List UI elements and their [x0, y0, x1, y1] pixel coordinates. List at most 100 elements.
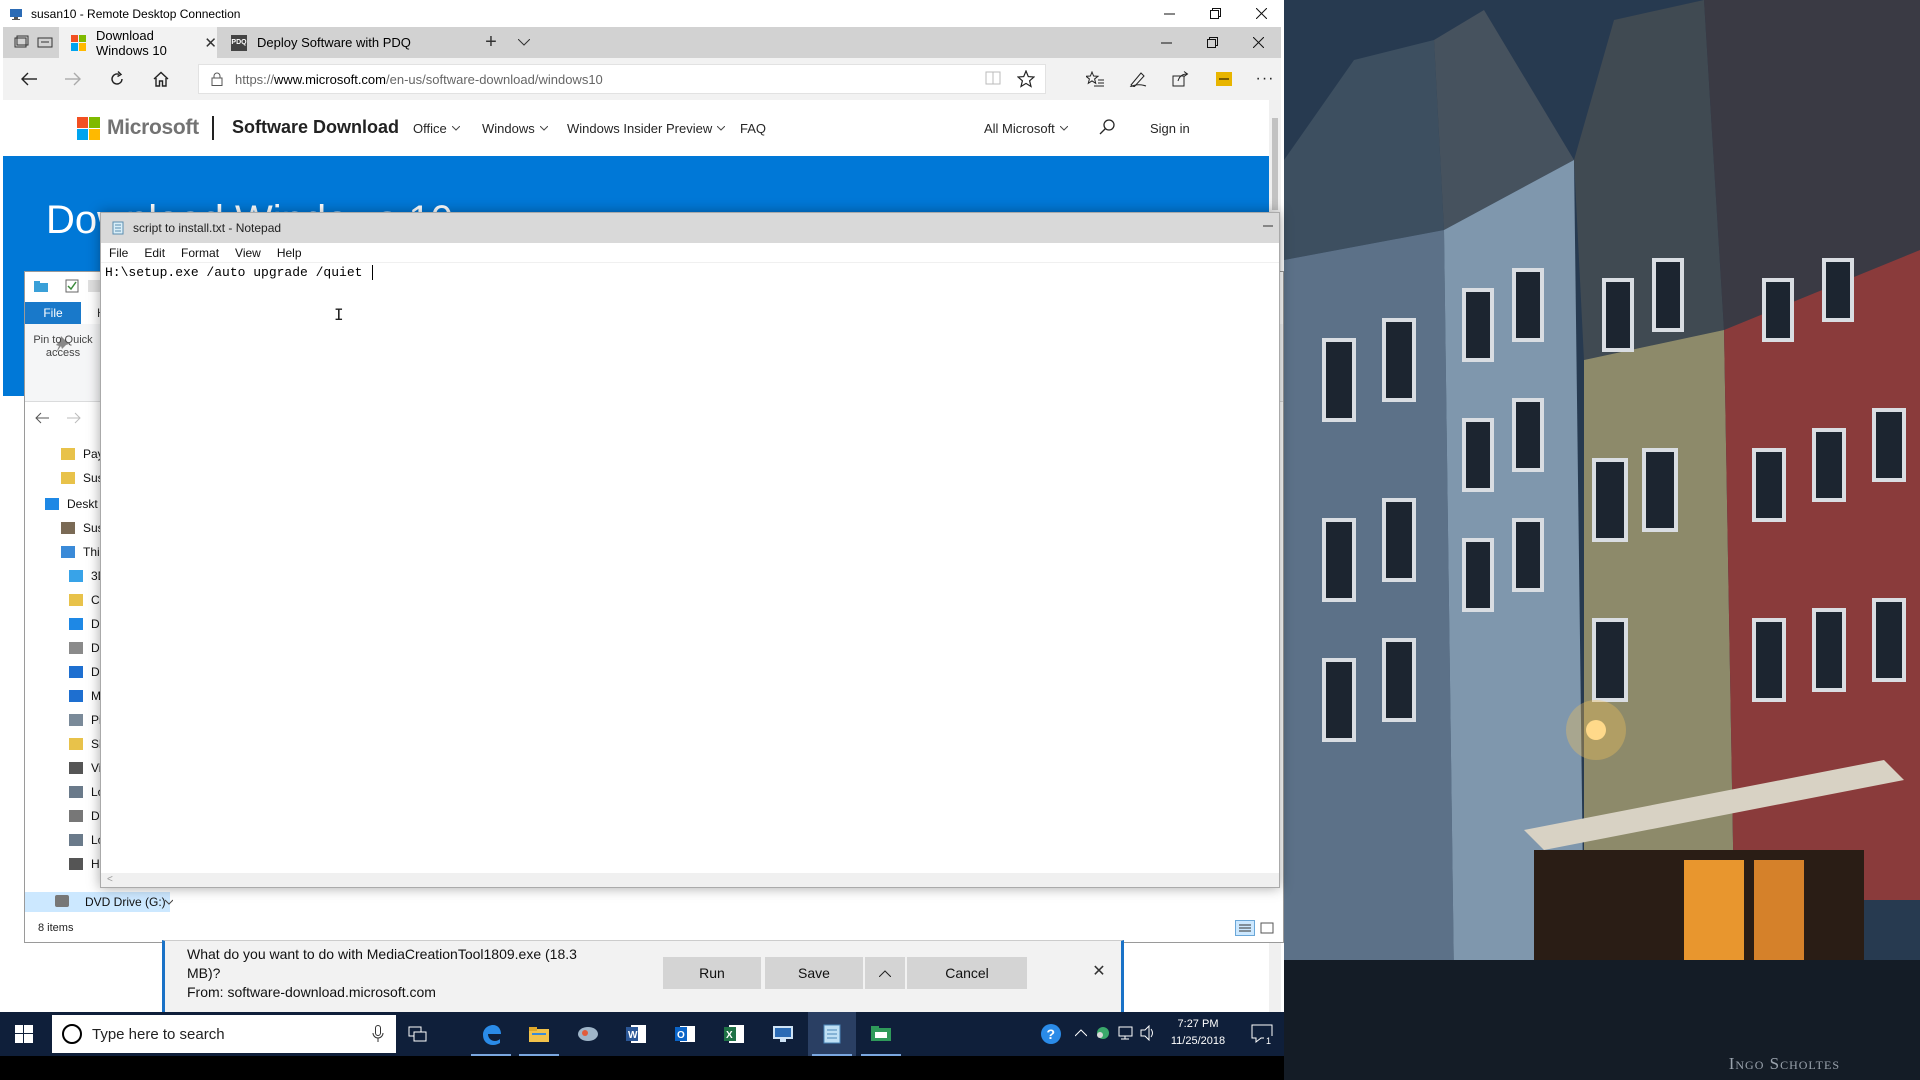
- status-item-count: 8 items: [38, 922, 74, 934]
- sign-in-link[interactable]: Sign in: [1150, 121, 1190, 136]
- taskbar-outlook[interactable]: O: [661, 1012, 709, 1056]
- tab-deploy-software-pdq[interactable]: PDQ Deploy Software with PDQ: [219, 27, 471, 58]
- tab-preview-icon[interactable]: [37, 35, 53, 49]
- microsoft-logo[interactable]: Microsoft: [77, 116, 199, 140]
- software-download-link[interactable]: Software Download: [232, 117, 399, 138]
- taskbar-file-explorer[interactable]: [515, 1012, 563, 1056]
- details-view-icon[interactable]: [1235, 920, 1255, 936]
- share-button[interactable]: [1159, 58, 1203, 100]
- forward-button[interactable]: [51, 58, 95, 100]
- start-button[interactable]: [0, 1012, 48, 1056]
- contacts-icon: [69, 594, 83, 606]
- nav-office[interactable]: Office: [413, 121, 460, 136]
- address-bar[interactable]: https://www.microsoft.com/en-us/software…: [198, 64, 1046, 94]
- desktop-icon: [45, 498, 59, 510]
- nav-windows-insider-preview[interactable]: Windows Insider Preview: [567, 121, 726, 136]
- taskbar-excel[interactable]: X: [710, 1012, 758, 1056]
- microphone-icon[interactable]: [372, 1025, 384, 1043]
- tree-item-dvd-drive[interactable]: DVD Drive (G:): [25, 892, 173, 912]
- download-bar-close-button[interactable]: ✕: [1089, 961, 1109, 981]
- new-folder-icon[interactable]: [87, 279, 101, 293]
- save-button[interactable]: Save: [765, 957, 863, 989]
- arrow-left-icon[interactable]: [35, 412, 49, 424]
- notepad-text-area[interactable]: H:\setup.exe /auto upgrade /quiet: [105, 265, 374, 281]
- arrow-right-icon[interactable]: [67, 412, 81, 424]
- add-notes-button[interactable]: [1116, 58, 1160, 100]
- tree-item[interactable]: This: [61, 542, 106, 562]
- menu-edit[interactable]: Edit: [144, 246, 165, 260]
- help-icon[interactable]: ?: [1040, 1023, 1062, 1045]
- rdp-title-bar[interactable]: susan10 - Remote Desktop Connection: [0, 0, 1284, 27]
- tree-item[interactable]: Deskt: [45, 494, 98, 514]
- new-tab-button[interactable]: +: [473, 27, 509, 58]
- set-aside-tabs-icon[interactable]: [13, 35, 29, 49]
- volume-icon[interactable]: [1140, 1025, 1156, 1041]
- menu-file[interactable]: File: [109, 246, 128, 260]
- chevron-down-icon: [717, 126, 726, 131]
- edge-icon: [483, 1025, 501, 1045]
- settings-more-button[interactable]: ···: [1243, 58, 1287, 100]
- scroll-left-icon[interactable]: <: [107, 874, 113, 885]
- notepad-title-bar[interactable]: script to install.txt - Notepad: [101, 213, 1279, 243]
- local-disk-icon: [69, 786, 83, 798]
- menu-view[interactable]: View: [235, 246, 261, 260]
- downloads-icon: [69, 666, 83, 678]
- network-icon[interactable]: [1118, 1025, 1136, 1041]
- local-disk-icon: [69, 834, 83, 846]
- taskbar-pdq[interactable]: [857, 1012, 905, 1056]
- folder-icon: [61, 448, 75, 460]
- taskbar-word[interactable]: W: [612, 1012, 660, 1056]
- run-button[interactable]: Run: [663, 957, 761, 989]
- taskbar-clock[interactable]: 7:27 PM 11/25/2018: [1158, 1016, 1238, 1050]
- taskbar-remote-desktop[interactable]: [759, 1012, 807, 1056]
- rdp-window-title: susan10 - Remote Desktop Connection: [31, 6, 241, 21]
- nav-windows[interactable]: Windows: [482, 121, 548, 136]
- notepad-minimize-button[interactable]: [1261, 219, 1275, 233]
- close-icon: [1255, 8, 1267, 19]
- browser-restore-button[interactable]: [1189, 27, 1235, 58]
- refresh-button[interactable]: [95, 58, 139, 100]
- site-search-button[interactable]: [1099, 119, 1115, 135]
- home-button[interactable]: [139, 58, 183, 100]
- user-icon: [61, 522, 75, 534]
- save-options-button[interactable]: [865, 957, 905, 989]
- favorites-hub-button[interactable]: [1073, 58, 1117, 100]
- rdp-restore-button[interactable]: [1192, 0, 1238, 27]
- tab-bar: Download Windows 10 ✕ PDQ Deploy Softwar…: [3, 27, 1281, 58]
- tab-download-windows-10[interactable]: Download Windows 10 ✕: [59, 27, 217, 58]
- tray-app-icon[interactable]: [1095, 1025, 1111, 1041]
- action-center-button[interactable]: 1: [1240, 1012, 1284, 1056]
- chevron-up-icon[interactable]: [1075, 1029, 1087, 1037]
- notepad-horizontal-scrollbar[interactable]: <: [101, 873, 1279, 887]
- favorite-star-icon[interactable]: [1017, 70, 1035, 88]
- tab-list-button[interactable]: [509, 27, 539, 58]
- tab-close-icon[interactable]: ✕: [204, 34, 217, 52]
- large-icons-view-icon[interactable]: [1259, 920, 1275, 936]
- scrollbar-thumb[interactable]: [1272, 118, 1278, 210]
- menu-format[interactable]: Format: [181, 246, 219, 260]
- shared-folder-icon: [69, 738, 83, 750]
- browser-close-button[interactable]: [1235, 27, 1281, 58]
- folder-icon: [61, 472, 75, 484]
- tab-file[interactable]: File: [25, 302, 81, 324]
- nav-faq[interactable]: FAQ: [740, 121, 766, 136]
- back-button[interactable]: [7, 58, 51, 100]
- chevron-up-icon: [879, 969, 891, 977]
- browser-minimize-button[interactable]: [1143, 27, 1189, 58]
- rdp-minimize-button[interactable]: [1146, 0, 1192, 27]
- cancel-button[interactable]: Cancel: [907, 957, 1027, 989]
- taskbar-notepad[interactable]: [808, 1012, 856, 1056]
- task-view-button[interactable]: [394, 1012, 442, 1056]
- properties-icon[interactable]: [65, 279, 79, 293]
- all-microsoft-menu[interactable]: All Microsoft: [984, 121, 1068, 136]
- reading-view-icon[interactable]: [985, 71, 1001, 85]
- chevron-down-icon[interactable]: [165, 897, 173, 907]
- pdq-icon: [871, 1026, 891, 1041]
- pin-to-quick-access-button[interactable]: Pin to Quick access: [31, 334, 95, 360]
- rdp-close-button[interactable]: [1238, 0, 1284, 27]
- taskbar-search-box[interactable]: Type here to search: [52, 1015, 396, 1053]
- taskbar-app[interactable]: [564, 1012, 612, 1056]
- taskbar-edge[interactable]: [467, 1012, 515, 1056]
- extension-button[interactable]: [1202, 58, 1246, 100]
- menu-help[interactable]: Help: [277, 246, 302, 260]
